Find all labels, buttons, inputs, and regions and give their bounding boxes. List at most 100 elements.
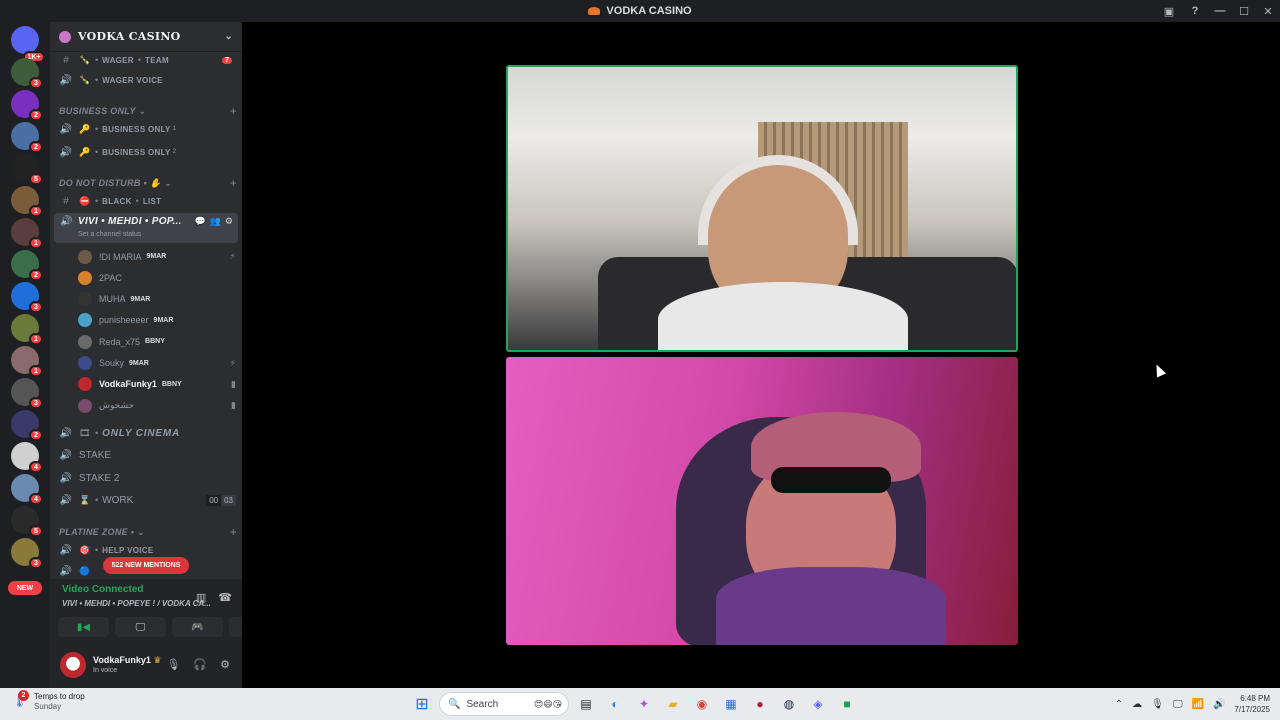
- add-channel-icon[interactable]: +: [230, 176, 237, 190]
- folder-icon[interactable]: ▰: [661, 692, 685, 716]
- activity-button[interactable]: 🎮: [172, 617, 223, 637]
- new-servers-pill[interactable]: NEW: [8, 581, 42, 595]
- voice-user[interactable]: Reda_x75 BBNY: [78, 332, 236, 351]
- voice-status[interactable]: Video Connected: [62, 584, 144, 595]
- video-tile-participant[interactable]: [506, 357, 1018, 645]
- chat-icon[interactable]: 💬: [194, 216, 205, 227]
- server-icon[interactable]: 5: [11, 154, 43, 185]
- voice-user[interactable]: punisheeeer 9MAR: [78, 311, 236, 330]
- channel-black-list[interactable]: # ⛔ • BLACK • LIST: [50, 193, 242, 209]
- screen-share-button[interactable]: 🖵: [115, 617, 166, 637]
- server-icon[interactable]: 2: [11, 410, 43, 441]
- username[interactable]: VodkaFunky1 ♛: [93, 655, 161, 666]
- help-icon[interactable]: ?: [1182, 0, 1208, 22]
- server-icon[interactable]: 1: [11, 314, 43, 345]
- channel-stake[interactable]: 🔊 STAKE: [50, 447, 242, 463]
- disconnect-icon[interactable]: ☎: [218, 591, 232, 604]
- new-mentions-button[interactable]: 522 NEW MENTIONS: [103, 557, 189, 574]
- channel-wager-voice[interactable]: 🔊 🍾 • WAGER VOICE: [50, 72, 242, 88]
- category-platine-zone[interactable]: PLATINE ZONE • ⌄ +: [59, 525, 237, 539]
- voice-user[interactable]: Souky 9MAR ⚡: [78, 354, 236, 373]
- channel-stake-2[interactable]: 🔊 STAKE 2: [50, 470, 242, 486]
- server-icon[interactable]: 1: [11, 186, 43, 217]
- discord-home-icon[interactable]: 1K+: [11, 26, 45, 63]
- app-red-icon[interactable]: ●: [748, 692, 772, 716]
- clock[interactable]: 6:48 PM 7/17/2025: [1234, 693, 1270, 715]
- add-channel-icon[interactable]: +: [230, 104, 237, 118]
- speaker-icon: 🔊: [59, 427, 73, 439]
- channel-status[interactable]: Set a channel status: [78, 231, 141, 238]
- server-icon[interactable]: 2: [11, 122, 43, 153]
- store-icon[interactable]: ▦: [719, 692, 743, 716]
- server-header[interactable]: VODKA CASINO ⌄: [50, 22, 242, 52]
- gear-icon[interactable]: ⚙: [225, 216, 233, 227]
- noise-suppression-icon[interactable]: ▥: [196, 591, 206, 604]
- voice-user[interactable]: !DI MARIA 9MAR ⚡: [78, 247, 236, 266]
- weather-widget[interactable]: 🌡 2 Temps to drop Sunday: [12, 690, 85, 712]
- volume-icon[interactable]: 🔊: [1213, 699, 1225, 710]
- channel-work[interactable]: 🔊 ⌛ • WORK 00 03: [50, 492, 242, 508]
- display-icon[interactable]: 🖵: [1173, 699, 1183, 710]
- channel-business-2[interactable]: 🔊 🔑 • BUSINESS ONLY 2: [50, 144, 242, 160]
- server-icon[interactable]: 3: [11, 58, 43, 89]
- voice-user[interactable]: حشحوش ▮: [78, 396, 236, 415]
- inbox-icon[interactable]: ▣: [1156, 0, 1182, 22]
- maximize-button[interactable]: ☐: [1232, 0, 1256, 22]
- network-icon[interactable]: 📶: [1192, 699, 1204, 710]
- activity-icon: ⚡: [229, 251, 236, 261]
- speaker-icon: 🔊: [59, 123, 73, 135]
- channel-only-cinema[interactable]: 🔊 🎞 • ONLY CINEMA: [50, 425, 242, 441]
- gear-icon[interactable]: ⚙: [220, 658, 230, 671]
- close-button[interactable]: ✕: [1256, 0, 1280, 22]
- app-green-icon[interactable]: ■: [835, 692, 859, 716]
- mention-badge: 3: [29, 77, 43, 89]
- windows-start-icon[interactable]: ⊞: [410, 692, 434, 716]
- voice-user[interactable]: MUHA 9MAR: [78, 290, 236, 309]
- chevron-down-icon[interactable]: ⌄: [224, 31, 233, 42]
- search-box[interactable]: 🔍 Search 😍😄😘: [439, 692, 569, 716]
- microphone-icon[interactable]: 🎙: [166, 658, 180, 671]
- voice-user-name: MUHA: [99, 294, 126, 305]
- microphone-icon[interactable]: 🎙: [1151, 699, 1164, 710]
- add-channel-icon[interactable]: +: [230, 525, 237, 539]
- camera-button[interactable]: ▮◀: [58, 617, 109, 637]
- mention-badge: 5: [29, 173, 43, 185]
- server-icon[interactable]: 5: [11, 506, 43, 537]
- server-icon[interactable]: 2: [11, 250, 43, 281]
- channel-vivi-mehdi-popeye[interactable]: 🔊 VIVI • MEHDI • POP... Set a channel st…: [54, 213, 238, 243]
- voice-channel-name[interactable]: VIVI • MEHDI • POPEYE ! / VODKA CA...: [62, 599, 211, 608]
- voice-user-name: Reda_x75: [99, 336, 141, 347]
- voice-user[interactable]: 2PAC: [78, 268, 236, 287]
- server-icon[interactable]: 4: [11, 474, 43, 505]
- server-icon[interactable]: 1: [11, 218, 43, 249]
- discord-icon[interactable]: ◈: [806, 692, 830, 716]
- invite-icon[interactable]: 👥: [210, 216, 221, 227]
- bottle-icon: 🍾: [79, 54, 91, 65]
- category-do-not-disturb[interactable]: DO NOT DISTURB • ✋ ⌄ +: [59, 176, 237, 190]
- video-tile-speaking[interactable]: [506, 65, 1018, 352]
- server-icon[interactable]: 2: [11, 90, 43, 121]
- chrome-icon[interactable]: ◉: [690, 692, 714, 716]
- soundboard-button[interactable]: ♫: [229, 617, 242, 637]
- server-icon[interactable]: 4: [11, 442, 43, 473]
- avatar[interactable]: [60, 652, 86, 678]
- steam-icon[interactable]: ◍: [777, 692, 801, 716]
- channel-business-1[interactable]: 🔊 🔑 • BUSINESS ONLY 1: [50, 121, 242, 137]
- title-bar: VODKA CASINO ▣ ? — ☐ ✕: [0, 0, 1280, 22]
- minimize-button[interactable]: —: [1208, 0, 1232, 22]
- headphones-icon[interactable]: 🎧: [193, 658, 207, 671]
- server-icon[interactable]: 3: [11, 538, 43, 569]
- voice-user[interactable]: VodkaFunky1 BBNY ▮: [78, 375, 236, 394]
- server-icon[interactable]: 3: [11, 378, 43, 409]
- edge-icon[interactable]: ◐: [603, 692, 627, 716]
- channel-wager-team[interactable]: # 🍾 • WAGER • TEAM 7: [50, 53, 242, 67]
- file-icon[interactable]: ▤: [574, 692, 598, 716]
- channel-help-voice[interactable]: 🔊 🎯 • HELP VOICE: [50, 542, 242, 558]
- chevron-up-icon[interactable]: ⌃: [1115, 699, 1123, 710]
- copilot-icon[interactable]: ✦: [632, 692, 656, 716]
- server-icon[interactable]: 1: [11, 346, 43, 377]
- category-business-only[interactable]: BUSINESS ONLY ⌄ +: [59, 104, 237, 118]
- cloud-icon[interactable]: ☁: [1132, 699, 1142, 710]
- server-icon[interactable]: 3: [11, 282, 43, 313]
- hash-icon: #: [63, 195, 69, 207]
